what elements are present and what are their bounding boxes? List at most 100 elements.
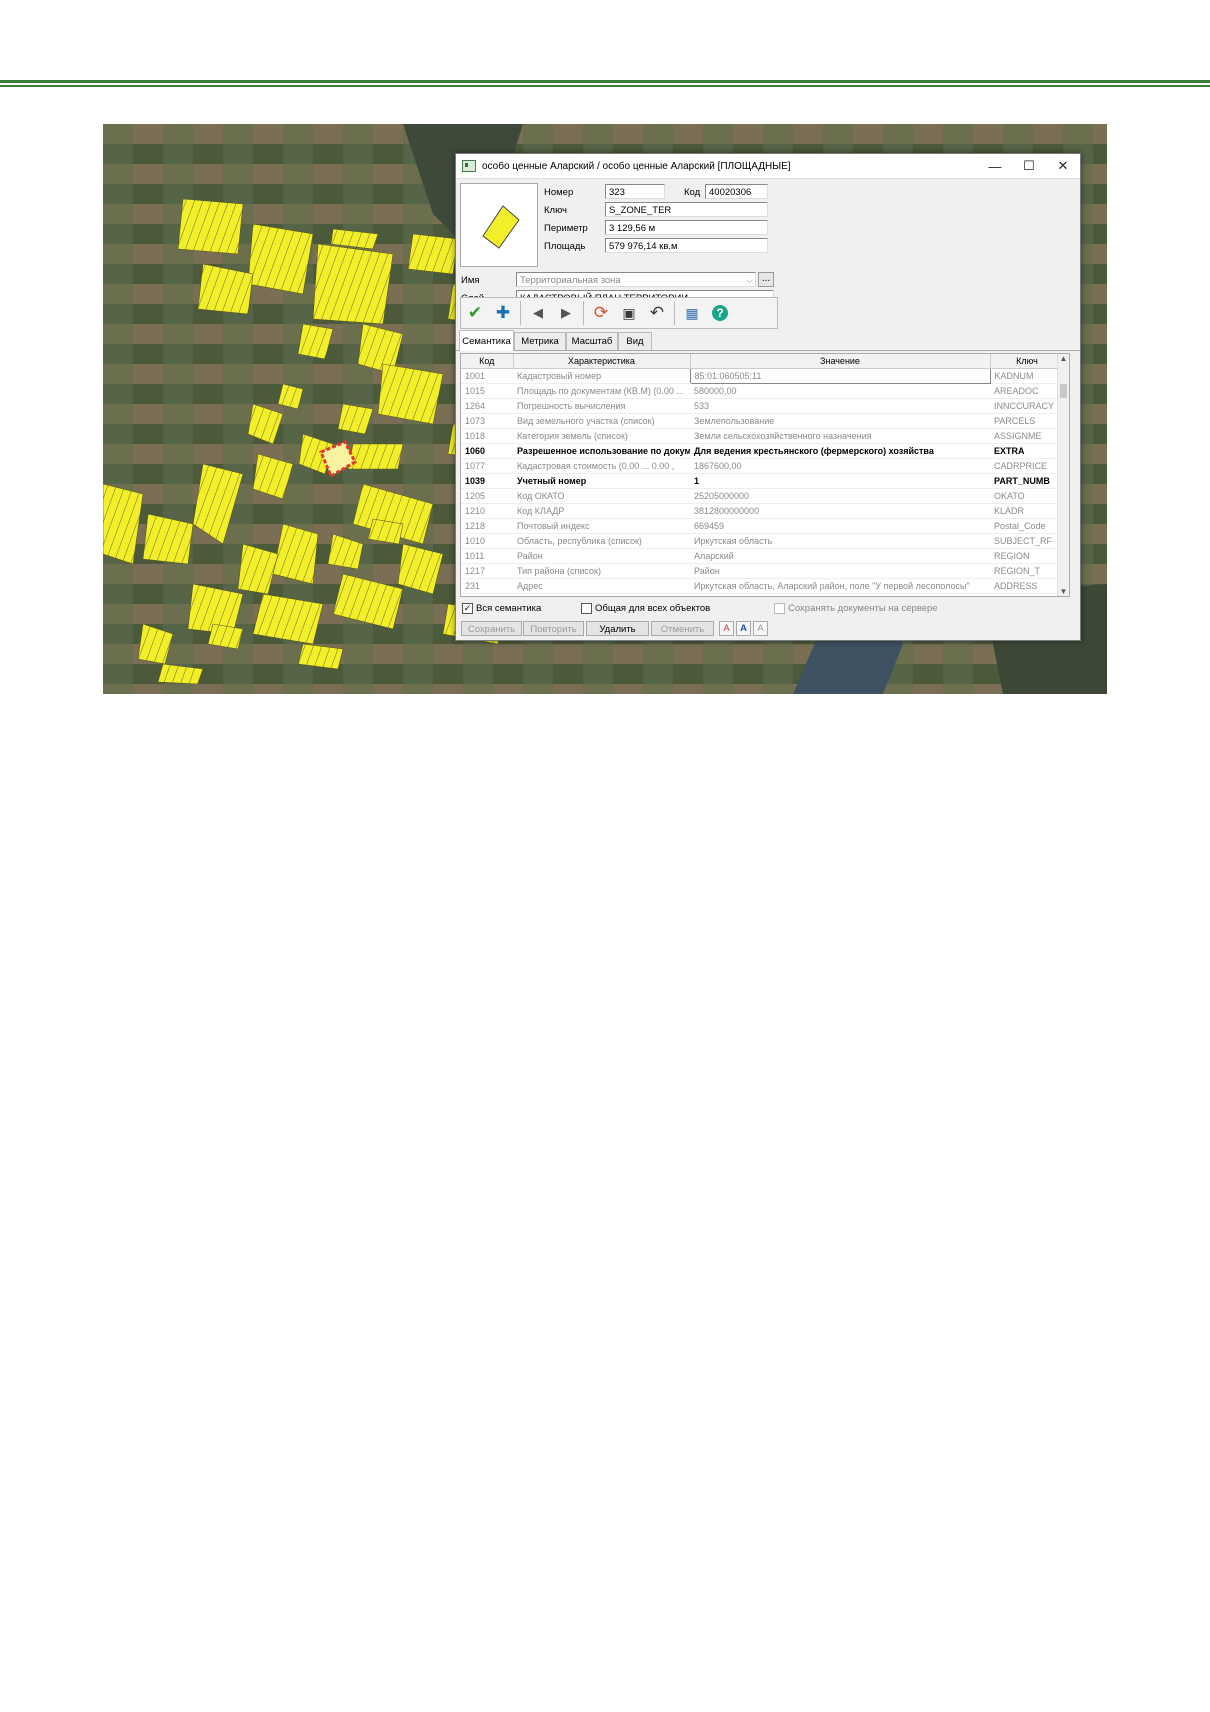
cell-name[interactable]: Учетный номер [513,473,690,489]
save-button[interactable]: Сохранить [461,621,522,636]
cell-name[interactable]: Разрешенное использование по докуме [513,443,690,459]
column-header-code[interactable]: Код [461,354,514,369]
delete-button[interactable]: Удалить [586,621,649,636]
cell-code[interactable]: 1205 [461,488,513,504]
cell-code[interactable]: 1264 [461,398,513,414]
save-docs-checkbox[interactable]: Сохранять документы на сервере [774,603,938,614]
scroll-up-icon[interactable]: ▲ [1058,354,1069,363]
cell-key[interactable]: ASSIGNME [990,428,1064,444]
table-row[interactable]: 1264 Погрешность вычисления 533 INNCCURACY [461,398,1064,414]
cell-code[interactable]: 1077 [461,458,513,474]
cell-key[interactable]: CADRPRICE [990,458,1064,474]
cell-value[interactable]: Район [690,563,990,579]
common-for-all-checkbox[interactable]: Общая для всех объектов [581,603,710,614]
cell-key[interactable]: KADNUM [990,368,1064,384]
name-browse-button[interactable]: ... [758,272,774,287]
table-row[interactable]: 1018 Категория земель (список) Земли сельс… [461,428,1064,444]
cell-key[interactable]: AREADOC [990,383,1064,399]
column-header-value[interactable]: Значение [690,354,991,369]
cell-name[interactable]: Погрешность вычисления [513,398,690,414]
cell-key[interactable]: OKATO [990,488,1064,504]
column-header-key[interactable]: Ключ [990,354,1065,369]
table-row[interactable]: 1210 Код КЛАДР 3812800000000 KLADR [461,503,1064,519]
help-icon[interactable]: ? [706,300,734,326]
cell-code[interactable]: 1039 [461,473,513,489]
tab-view[interactable]: Вид [618,332,652,350]
cell-code[interactable]: 1073 [461,413,513,429]
cell-key[interactable]: REGION [990,548,1064,564]
minimize-button[interactable]: — [978,159,1012,174]
cell-value[interactable]: 580000,00 [690,383,990,399]
table-row[interactable]: 1001 Кадастровый номер 85:01:060505:11 KADN… [461,368,1064,384]
object-info-window[interactable]: особо ценные Аларский / особо ценные Ала… [455,153,1081,641]
code-field[interactable]: 40020306 [705,184,768,199]
cell-value[interactable]: Для ведения крестьянского (фермерского) … [690,443,990,459]
cell-code[interactable]: 1015 [461,383,513,399]
cell-name[interactable]: Адрес [513,578,690,594]
cell-code[interactable]: 1071 [461,593,513,596]
column-header-name[interactable]: Характеристика [513,354,691,369]
cell-name[interactable]: Район [513,548,690,564]
undo-icon[interactable]: ↶ [643,300,671,326]
repeat-button[interactable]: Повторить [523,621,584,636]
check-icon[interactable]: ✔ [461,300,489,326]
cell-code[interactable]: 1210 [461,503,513,519]
cell-key[interactable]: PART_NUMB [990,473,1064,489]
name-combo[interactable]: Территориальная зона ⌵ [516,272,756,287]
all-semantics-checkbox[interactable]: ✓ Вся семантика [462,603,541,614]
cell-name[interactable]: Почтовый индекс [513,518,690,534]
cell-value[interactable]: 1 [690,473,990,489]
font-bold-button[interactable]: A [736,621,751,636]
maximize-button[interactable]: ☐ [1012,158,1046,174]
cell-name[interactable]: Площадь по документам (КВ.М) (0.00 ... [513,383,690,399]
cell-key[interactable]: SUBJECT_RF [990,533,1064,549]
cell-key[interactable]: INNCCURACY [990,398,1064,414]
cell-value[interactable]: Иркутская область, Аларский район, поле … [690,578,990,594]
table-row[interactable]: 1218 Почтовый индекс 669459 Postal_Code [461,518,1064,534]
table-row[interactable]: 1011 Район Аларский REGION [461,548,1064,564]
cell-value[interactable]: Земли сельскохозяйственного назначения [690,428,990,444]
cell-name[interactable]: Вид земельного участка (список) [513,413,690,429]
font-red-button[interactable]: A [719,621,734,636]
cell-code[interactable]: 1018 [461,428,513,444]
tab-metrics[interactable]: Метрика [514,332,566,350]
cell-value[interactable]: Аларский [690,548,990,564]
table-row[interactable]: 1205 Код ОКАТО 25205000000 OKATO [461,488,1064,504]
table-row[interactable]: 1015 Площадь по документам (КВ.М) (0.00 .… [461,383,1064,399]
save-icon[interactable]: ▣ [615,300,643,326]
cell-code[interactable]: 1011 [461,548,513,564]
window-titlebar[interactable]: особо ценные Аларский / особо ценные Ала… [456,154,1080,179]
cell-code[interactable]: 1001 [461,368,513,384]
cell-key[interactable]: PARCELS [990,413,1064,429]
table-row[interactable]: 1073 Вид земельного участка (список) Земле… [461,413,1064,429]
table-scrollbar[interactable]: ▲ ▼ [1057,354,1069,596]
add-point-icon[interactable]: ✚ [489,300,517,326]
cell-value[interactable]: 1867600,00 [690,458,990,474]
arrow-left-icon[interactable]: ◀ [524,300,552,326]
table-row[interactable]: 1077 Кадастровая стоимость (0.00 ... 0.00… [461,458,1064,474]
cell-value[interactable]: 1 [690,593,990,596]
cell-name[interactable]: Местоположение объекта [513,593,690,596]
cell-key[interactable]: POSOBJECT [990,593,1064,596]
scroll-down-icon[interactable]: ▼ [1058,587,1069,596]
cell-name[interactable]: Область, республика (список) [513,533,690,549]
table-row[interactable]: 1039 Учетный номер 1 PART_NUMB [461,473,1064,489]
cell-key[interactable]: EXTRA [990,443,1064,459]
cell-name[interactable]: Код ОКАТО [513,488,690,504]
cell-name[interactable]: Тип района (список) [513,563,690,579]
cell-key[interactable]: ADDRESS [990,578,1064,594]
cell-value[interactable]: 669459 [690,518,990,534]
close-button[interactable]: ✕ [1046,158,1080,174]
cell-name[interactable]: Категория земель (список) [513,428,690,444]
semantics-table[interactable]: Код Характеристика Значение Ключ 1001 Кад… [460,353,1070,597]
cell-value[interactable]: 3812800000000 [690,503,990,519]
key-field[interactable]: S_ZONE_TER [605,202,768,217]
cell-value[interactable]: 85:01:060505:11 [689,368,991,384]
cell-name[interactable]: Кадастровая стоимость (0.00 ... 0.00 , [513,458,690,474]
cell-key[interactable]: REGION_T [990,563,1064,579]
cell-code[interactable]: 1060 [461,443,513,459]
cell-value[interactable]: Землепользование [690,413,990,429]
table-row[interactable]: 1071Местоположение объекта1POSOBJECT [461,593,1064,596]
font-light-button[interactable]: A [753,621,768,636]
cell-key[interactable]: Postal_Code [990,518,1064,534]
